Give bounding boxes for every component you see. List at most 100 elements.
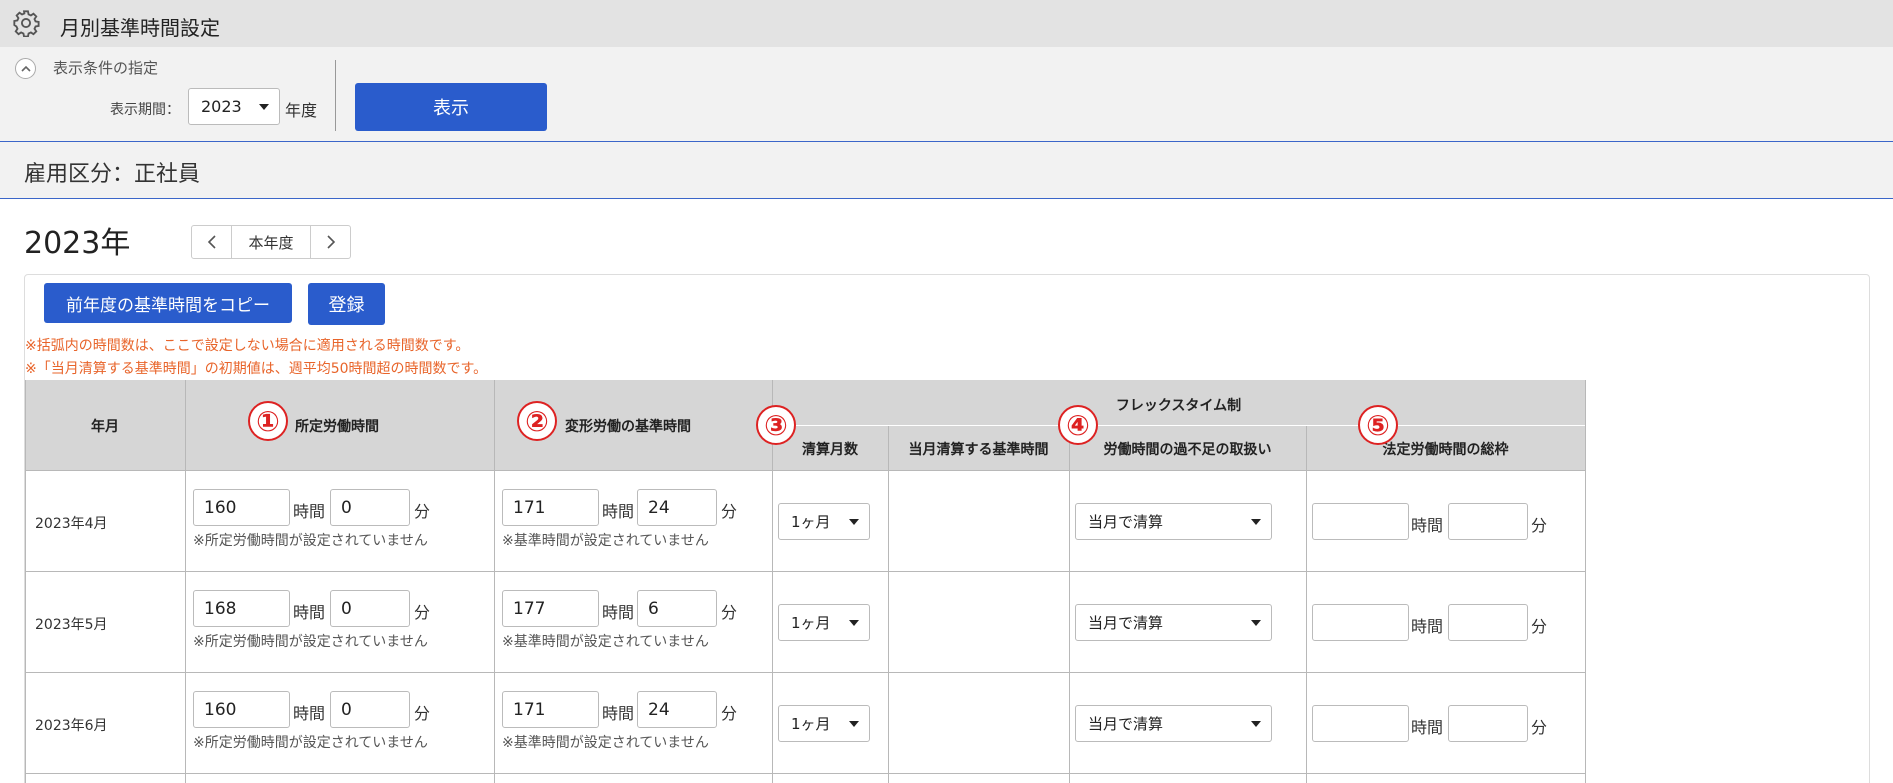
handling-select[interactable]: 当月で清算 <box>1075 503 1272 540</box>
divider <box>185 380 186 783</box>
legal-hours-input[interactable] <box>1312 503 1409 540</box>
handling-select[interactable]: 当月で清算 <box>1075 705 1272 742</box>
handling-value: 当月で清算 <box>1088 513 1164 531</box>
dropdown-caret-icon <box>849 720 859 727</box>
variable-hours-input[interactable]: 171 <box>502 489 599 526</box>
marker-2: ② <box>517 401 557 441</box>
show-button[interactable]: 表示 <box>355 83 547 131</box>
divider <box>25 773 1585 774</box>
unit-minute: 分 <box>414 502 431 521</box>
register-button[interactable]: 登録 <box>308 283 385 325</box>
divider <box>25 470 1585 471</box>
unit-hour: 時間 <box>293 502 326 521</box>
app-header: 月別基準時間設定 <box>0 0 1893 47</box>
display-conditions: 表示条件の指定 表示期間： 2023 年度 表示 <box>0 47 1893 141</box>
gear-icon[interactable] <box>12 9 40 41</box>
variable-note: ※基準時間が設定されていません <box>502 533 709 549</box>
divider <box>25 672 1585 673</box>
prescribed-minutes-input[interactable]: 0 <box>330 489 410 526</box>
legal-minutes-input[interactable] <box>1448 705 1528 742</box>
monthly-hours-table: 年月 所定労働時間 変形労働の基準時間 フレックスタイム制 清算月数 当月清算す… <box>25 380 1586 783</box>
dropdown-caret-icon <box>1251 619 1261 626</box>
unit-hour: 時間 <box>602 704 635 723</box>
dropdown-caret-icon <box>1251 518 1261 525</box>
year-select-value: 2023 <box>201 97 242 116</box>
divider <box>0 198 1893 199</box>
chevron-up-icon[interactable] <box>15 58 36 79</box>
unit-minute: 分 <box>414 704 431 723</box>
variable-minutes-input[interactable]: 24 <box>637 489 717 526</box>
legal-hours-input[interactable] <box>1312 604 1409 641</box>
unit-minute: 分 <box>721 502 738 521</box>
divider <box>335 60 336 131</box>
header-legal-limit: 法定労働時間の総枠 <box>1382 442 1509 458</box>
marker-1: ① <box>248 401 288 441</box>
divider <box>1585 380 1586 783</box>
divider <box>494 380 495 783</box>
settle-months-select[interactable]: 1ヶ月 <box>778 604 870 641</box>
handling-value: 当月で清算 <box>1088 715 1164 733</box>
dropdown-caret-icon <box>849 518 859 525</box>
dropdown-caret-icon <box>259 103 269 110</box>
prescribed-hours-input[interactable]: 168 <box>193 590 290 627</box>
handling-select[interactable]: 当月で清算 <box>1075 604 1272 641</box>
header-settle-months: 清算月数 <box>802 442 858 458</box>
header-month: 年月 <box>91 419 119 435</box>
previous-year-button[interactable] <box>192 226 232 258</box>
header-handling: 労働時間の過不足の取扱い <box>1103 442 1272 458</box>
divider <box>888 426 889 783</box>
unit-hour: 時間 <box>1411 718 1444 737</box>
prescribed-hours-input[interactable]: 160 <box>193 691 290 728</box>
unit-hour: 時間 <box>293 603 326 622</box>
unit-hour: 時間 <box>1411 516 1444 535</box>
dropdown-caret-icon <box>1251 720 1261 727</box>
divider <box>772 425 1585 426</box>
unit-minute: 分 <box>1531 617 1548 636</box>
current-year-button[interactable]: 本年度 <box>232 226 310 258</box>
marker-4: ④ <box>1058 405 1098 445</box>
year-select[interactable]: 2023 <box>188 88 280 125</box>
row-month: 2023年6月 <box>35 718 108 734</box>
unit-minute: 分 <box>414 603 431 622</box>
next-year-button[interactable] <box>310 226 350 258</box>
prescribed-note: ※所定労働時間が設定されていません <box>193 634 428 650</box>
variable-hours-input[interactable]: 171 <box>502 691 599 728</box>
variable-minutes-input[interactable]: 24 <box>637 691 717 728</box>
note-text: ※「当月清算する基準時間」の初期値は、週平均50時間超の時間数です。 <box>25 361 488 377</box>
settle-months-value: 1ヶ月 <box>791 513 831 531</box>
conditions-label: 表示条件の指定 <box>53 59 159 77</box>
legal-minutes-input[interactable] <box>1448 503 1528 540</box>
employment-section: 雇用区分：正社員 <box>0 142 1893 198</box>
unit-hour: 時間 <box>602 502 635 521</box>
divider <box>1069 426 1070 783</box>
marker-3: ③ <box>756 405 796 445</box>
settle-months-value: 1ヶ月 <box>791 715 831 733</box>
settle-months-value: 1ヶ月 <box>791 614 831 632</box>
unit-minute: 分 <box>1531 516 1548 535</box>
year-nav: 本年度 <box>191 225 351 259</box>
legal-minutes-input[interactable] <box>1448 604 1528 641</box>
handling-value: 当月で清算 <box>1088 614 1164 632</box>
settle-months-select[interactable]: 1ヶ月 <box>778 705 870 742</box>
prescribed-hours-input[interactable]: 160 <box>193 489 290 526</box>
header-flextime: フレックスタイム制 <box>1115 398 1242 414</box>
copy-previous-year-button[interactable]: 前年度の基準時間をコピー <box>44 283 292 323</box>
divider <box>1306 426 1307 783</box>
unit-minute: 分 <box>721 704 738 723</box>
legal-hours-input[interactable] <box>1312 705 1409 742</box>
divider <box>25 380 26 783</box>
divider <box>25 571 1585 572</box>
header-monthly-base: 当月清算する基準時間 <box>908 442 1049 458</box>
marker-5: ⑤ <box>1358 405 1398 445</box>
variable-minutes-input[interactable]: 6 <box>637 590 717 627</box>
year-unit-label: 年度 <box>285 101 318 120</box>
unit-hour: 時間 <box>293 704 326 723</box>
unit-minute: 分 <box>1531 718 1548 737</box>
prescribed-note: ※所定労働時間が設定されていません <box>193 735 428 751</box>
variable-hours-input[interactable]: 177 <box>502 590 599 627</box>
header-prescribed-hours: 所定労働時間 <box>295 419 379 435</box>
prescribed-minutes-input[interactable]: 0 <box>330 691 410 728</box>
chevron-right-icon <box>326 235 335 249</box>
settle-months-select[interactable]: 1ヶ月 <box>778 503 870 540</box>
prescribed-minutes-input[interactable]: 0 <box>330 590 410 627</box>
